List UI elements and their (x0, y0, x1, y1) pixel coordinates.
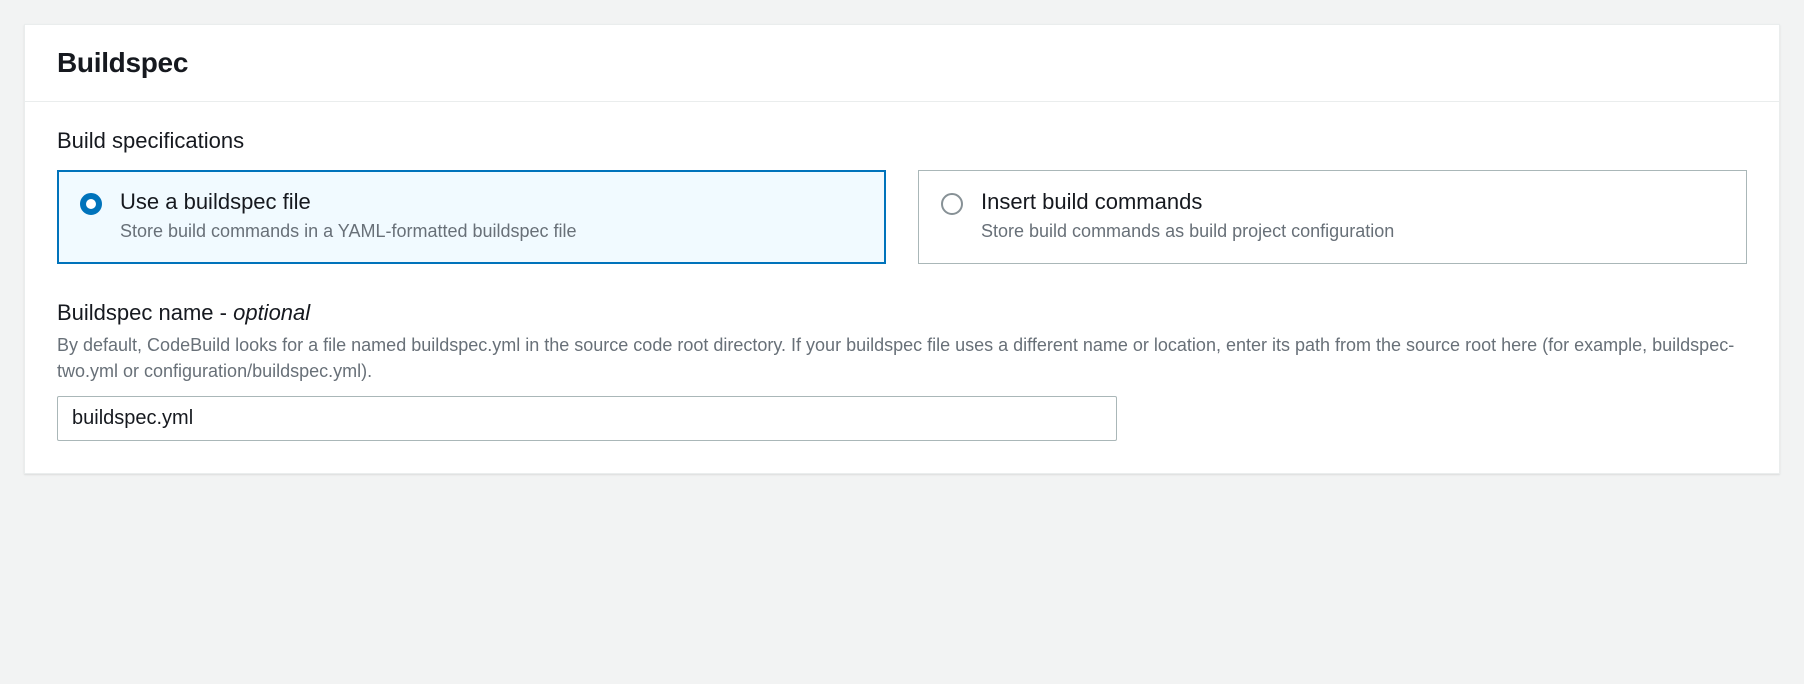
option-insert-build-commands[interactable]: Insert build commands Store build comman… (918, 170, 1747, 264)
buildspec-name-input[interactable] (57, 396, 1117, 441)
radio-selected-icon (80, 193, 102, 215)
radio-unselected-icon (941, 193, 963, 215)
option-use-buildspec-file[interactable]: Use a buildspec file Store build command… (57, 170, 886, 264)
panel-header: Buildspec (25, 25, 1779, 102)
panel-title: Buildspec (57, 47, 1747, 79)
option-title: Insert build commands (981, 189, 1724, 215)
panel-body: Build specifications Use a buildspec fil… (25, 102, 1779, 473)
option-description: Store build commands in a YAML-formatted… (120, 219, 863, 243)
option-title: Use a buildspec file (120, 189, 863, 215)
option-content: Insert build commands Store build comman… (981, 189, 1724, 243)
buildspec-name-label: Buildspec name - optional (57, 300, 1747, 326)
label-optional: optional (233, 300, 310, 325)
option-description: Store build commands as build project co… (981, 219, 1724, 243)
label-text: Buildspec name - (57, 300, 233, 325)
build-specifications-label: Build specifications (57, 128, 1747, 154)
buildspec-name-help: By default, CodeBuild looks for a file n… (57, 332, 1747, 384)
build-specifications-options: Use a buildspec file Store build command… (57, 170, 1747, 264)
option-content: Use a buildspec file Store build command… (120, 189, 863, 243)
buildspec-panel: Buildspec Build specifications Use a bui… (24, 24, 1780, 474)
